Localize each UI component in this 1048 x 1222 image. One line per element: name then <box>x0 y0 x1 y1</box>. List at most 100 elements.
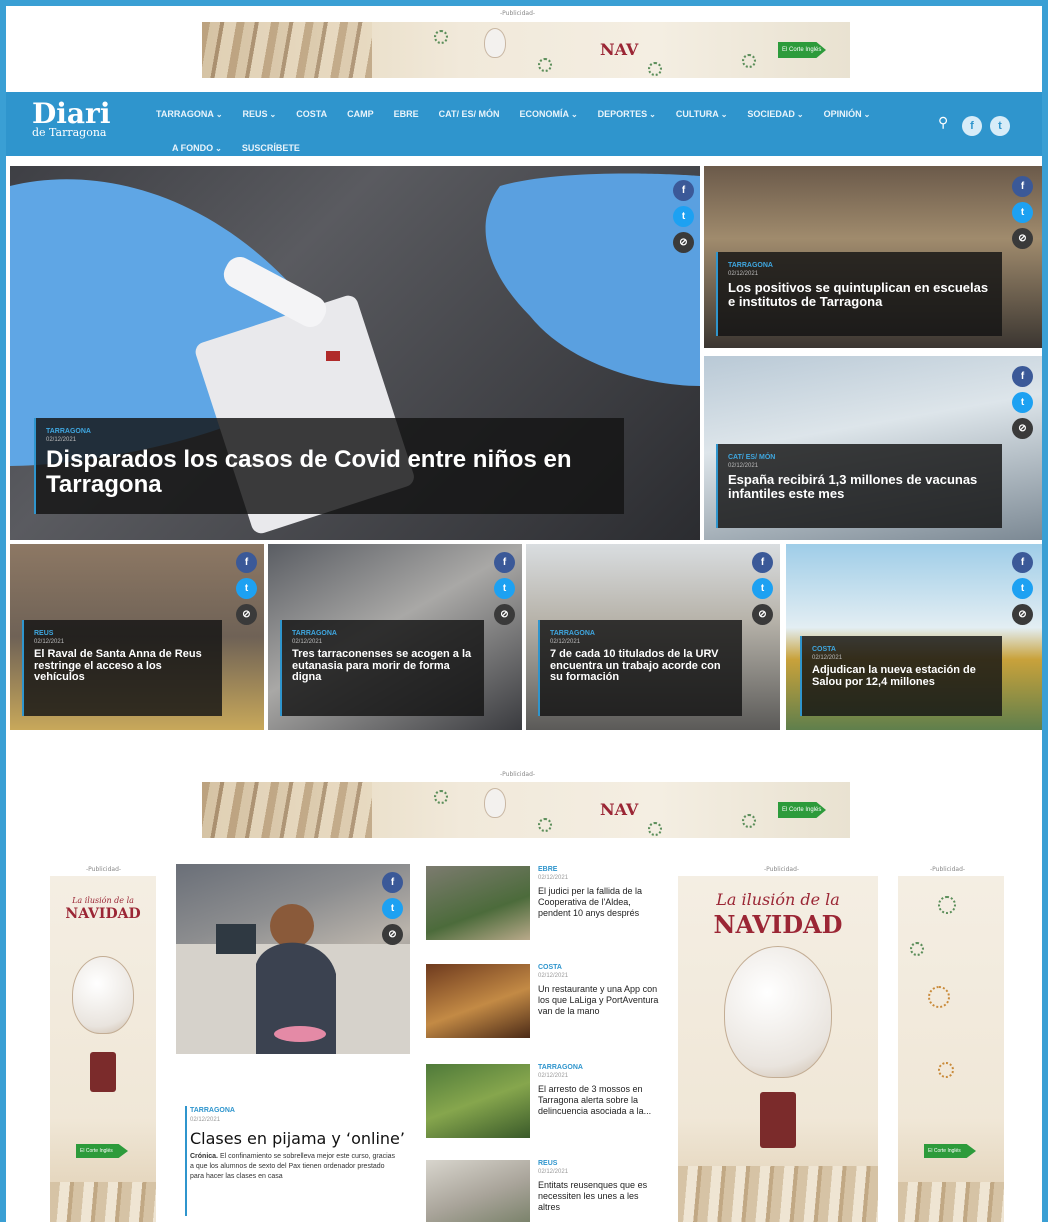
link-share-icon[interactable]: ⊘ <box>1012 228 1033 249</box>
twitter-share-icon[interactable]: t <box>494 578 515 599</box>
share-buttons: f t ⊘ <box>1012 176 1034 254</box>
list-item-thumbnail[interactable] <box>426 1160 530 1222</box>
list-item[interactable]: REUS 02/12/2021 Entitats reusenques que … <box>426 1160 666 1222</box>
nav-item-sociedad[interactable]: SOCIEDAD ⌄ <box>747 109 803 119</box>
left-skyscraper-ad[interactable]: La ilusión de la NAVIDAD El Corte Inglés <box>50 876 156 1222</box>
facebook-share-icon[interactable]: f <box>673 180 694 201</box>
twitter-share-icon[interactable]: t <box>1012 578 1033 599</box>
middle-ad-banner[interactable]: NAV El Corte Inglés <box>202 782 850 838</box>
twitter-share-icon[interactable]: t <box>752 578 773 599</box>
twitter-share-icon[interactable]: t <box>236 578 257 599</box>
ad-houses-illustration <box>202 22 372 78</box>
category-label[interactable]: EBRE <box>538 866 557 873</box>
story-title[interactable]: España recibirá 1,3 millones de vacunas … <box>728 473 992 500</box>
list-item-title[interactable]: Un restaurante y una App con los que LaL… <box>538 984 662 1017</box>
row-story-4[interactable]: COSTA 02/12/2021 Adjudican la nueva esta… <box>786 544 1042 730</box>
list-item-title[interactable]: Entitats reusenques que es necessiten le… <box>538 1180 662 1213</box>
nav-item-camp[interactable]: CAMP <box>347 109 374 119</box>
story-title[interactable]: 7 de cada 10 titulados de la URV encuent… <box>550 648 732 684</box>
nav-item-costa[interactable]: COSTA <box>296 109 327 119</box>
nav-item-ebre[interactable]: EBRE <box>394 109 419 119</box>
site-logo[interactable]: Diari de Tarragona <box>32 100 110 140</box>
feature-image[interactable]: f t ⊘ <box>176 864 410 1054</box>
link-share-icon[interactable]: ⊘ <box>752 604 773 625</box>
page: -Publicidad- NAV El Corte Inglés Diari d… <box>6 6 1042 1222</box>
nav-menu-row: A FONDO ⌄ SUSCRÍBETE <box>156 136 926 160</box>
twitter-share-icon[interactable]: t <box>673 206 694 227</box>
nav-item-cat-es-món[interactable]: CAT/ ES/ MÓN <box>439 109 500 119</box>
chevron-down-icon: ⌄ <box>720 110 728 119</box>
center-ad[interactable]: La ilusión de la NAVIDAD <box>678 876 878 1222</box>
category-label[interactable]: TARRAGONA <box>46 428 614 435</box>
list-item[interactable]: EBRE 02/12/2021 El judici per la fallida… <box>426 866 666 946</box>
nav-item-a-fondo[interactable]: A FONDO ⌄ <box>172 143 222 153</box>
ad-houses-illustration <box>202 782 372 838</box>
twitter-icon[interactable]: t <box>990 116 1010 136</box>
nav-item-tarragona[interactable]: TARRAGONA ⌄ <box>156 109 223 119</box>
nav-item-reus[interactable]: REUS ⌄ <box>243 109 277 119</box>
story-title[interactable]: Tres tarraconenses se acogen a la eutana… <box>292 648 474 684</box>
search-icon[interactable]: ⚲ <box>938 114 948 131</box>
list-item-thumbnail[interactable] <box>426 866 530 940</box>
facebook-share-icon[interactable]: f <box>1012 176 1033 197</box>
category-label[interactable]: COSTA <box>538 964 562 971</box>
nav-item-deportes[interactable]: DEPORTES ⌄ <box>598 109 656 119</box>
nav-item-label: DEPORTES <box>597 109 648 119</box>
link-share-icon[interactable]: ⊘ <box>1012 418 1033 439</box>
category-label[interactable]: TARRAGONA <box>728 262 992 269</box>
date-label: 02/12/2021 <box>538 875 569 881</box>
link-share-icon[interactable]: ⊘ <box>1012 604 1033 625</box>
category-label[interactable]: TARRAGONA <box>292 630 474 637</box>
list-item-thumbnail[interactable] <box>426 1064 530 1138</box>
category-label[interactable]: CAT/ ES/ MÓN <box>728 454 992 461</box>
ad-ornament <box>742 814 756 828</box>
list-item-thumbnail[interactable] <box>426 964 530 1038</box>
date-label: 02/12/2021 <box>292 639 323 645</box>
nav-item-economía[interactable]: ECONOMÍA ⌄ <box>519 109 577 119</box>
category-label[interactable]: TARRAGONA <box>538 1064 583 1071</box>
chevron-down-icon: ⌄ <box>570 110 578 119</box>
side-story-2[interactable]: CAT/ ES/ MÓN 02/12/2021 España recibirá … <box>704 356 1042 540</box>
link-share-icon[interactable]: ⊘ <box>494 604 515 625</box>
twitter-share-icon[interactable]: t <box>1012 392 1033 413</box>
side-story-1[interactable]: TARRAGONA 02/12/2021 Los positivos se qu… <box>704 166 1042 348</box>
nav-item-cultura[interactable]: CULTURA ⌄ <box>676 109 728 119</box>
row-story-2[interactable]: TARRAGONA 02/12/2021 Tres tarraconenses … <box>268 544 522 730</box>
list-item-title[interactable]: El arresto de 3 mossos en Tarragona aler… <box>538 1084 662 1117</box>
facebook-share-icon[interactable]: f <box>1012 366 1033 387</box>
facebook-share-icon[interactable]: f <box>236 552 257 573</box>
link-share-icon[interactable]: ⊘ <box>673 232 694 253</box>
story-title[interactable]: El Raval de Santa Anna de Reus restringe… <box>34 648 212 684</box>
category-label[interactable]: TARRAGONA <box>190 1107 235 1114</box>
category-label[interactable]: REUS <box>538 1160 557 1167</box>
row-story-1[interactable]: REUS 02/12/2021 El Raval de Santa Anna d… <box>10 544 264 730</box>
facebook-share-icon[interactable]: f <box>1012 552 1033 573</box>
hero-title[interactable]: Disparados los casos de Covid entre niño… <box>46 447 614 498</box>
twitter-share-icon[interactable]: t <box>1012 202 1033 223</box>
link-share-icon[interactable]: ⊘ <box>236 604 257 625</box>
facebook-share-icon[interactable]: f <box>752 552 773 573</box>
category-label[interactable]: COSTA <box>812 646 992 653</box>
list-item[interactable]: COSTA 02/12/2021 Un restaurante y una Ap… <box>426 964 666 1044</box>
feature-summary: Crónica. El confinamiento se sobrelleva … <box>190 1152 400 1182</box>
facebook-share-icon[interactable]: f <box>494 552 515 573</box>
list-item-title[interactable]: El judici per la fallida de la Cooperati… <box>538 886 662 919</box>
link-share-icon[interactable]: ⊘ <box>382 924 403 945</box>
hero-story[interactable]: TARRAGONA 02/12/2021 Disparados los caso… <box>10 166 700 540</box>
story-title[interactable]: Los positivos se quintuplican en escuela… <box>728 281 992 308</box>
facebook-share-icon[interactable]: f <box>382 872 403 893</box>
right-skyscraper-ad[interactable]: El Corte Inglés <box>898 876 1004 1222</box>
row-story-3[interactable]: TARRAGONA 02/12/2021 7 de cada 10 titula… <box>526 544 780 730</box>
list-item[interactable]: TARRAGONA 02/12/2021 El arresto de 3 mos… <box>426 1064 666 1144</box>
category-label[interactable]: TARRAGONA <box>550 630 732 637</box>
twitter-share-icon[interactable]: t <box>382 898 403 919</box>
top-ad-banner[interactable]: NAV El Corte Inglés <box>202 22 850 78</box>
story-title[interactable]: Adjudican la nueva estación de Salou por… <box>812 664 992 688</box>
facebook-icon[interactable]: f <box>962 116 982 136</box>
nav-item-suscríbete[interactable]: SUSCRÍBETE <box>242 143 300 153</box>
feature-title[interactable]: Clases en pijama y ‘online’ <box>190 1129 405 1148</box>
nav-item-opinión[interactable]: OPINIÓN ⌄ <box>824 109 871 119</box>
category-label[interactable]: REUS <box>34 630 212 637</box>
ad-ornament <box>434 30 448 44</box>
nav-menu-row: TARRAGONA ⌄ REUS ⌄ COSTA CAMP EBRE CAT/ ES/ MÓN… <box>156 102 926 126</box>
